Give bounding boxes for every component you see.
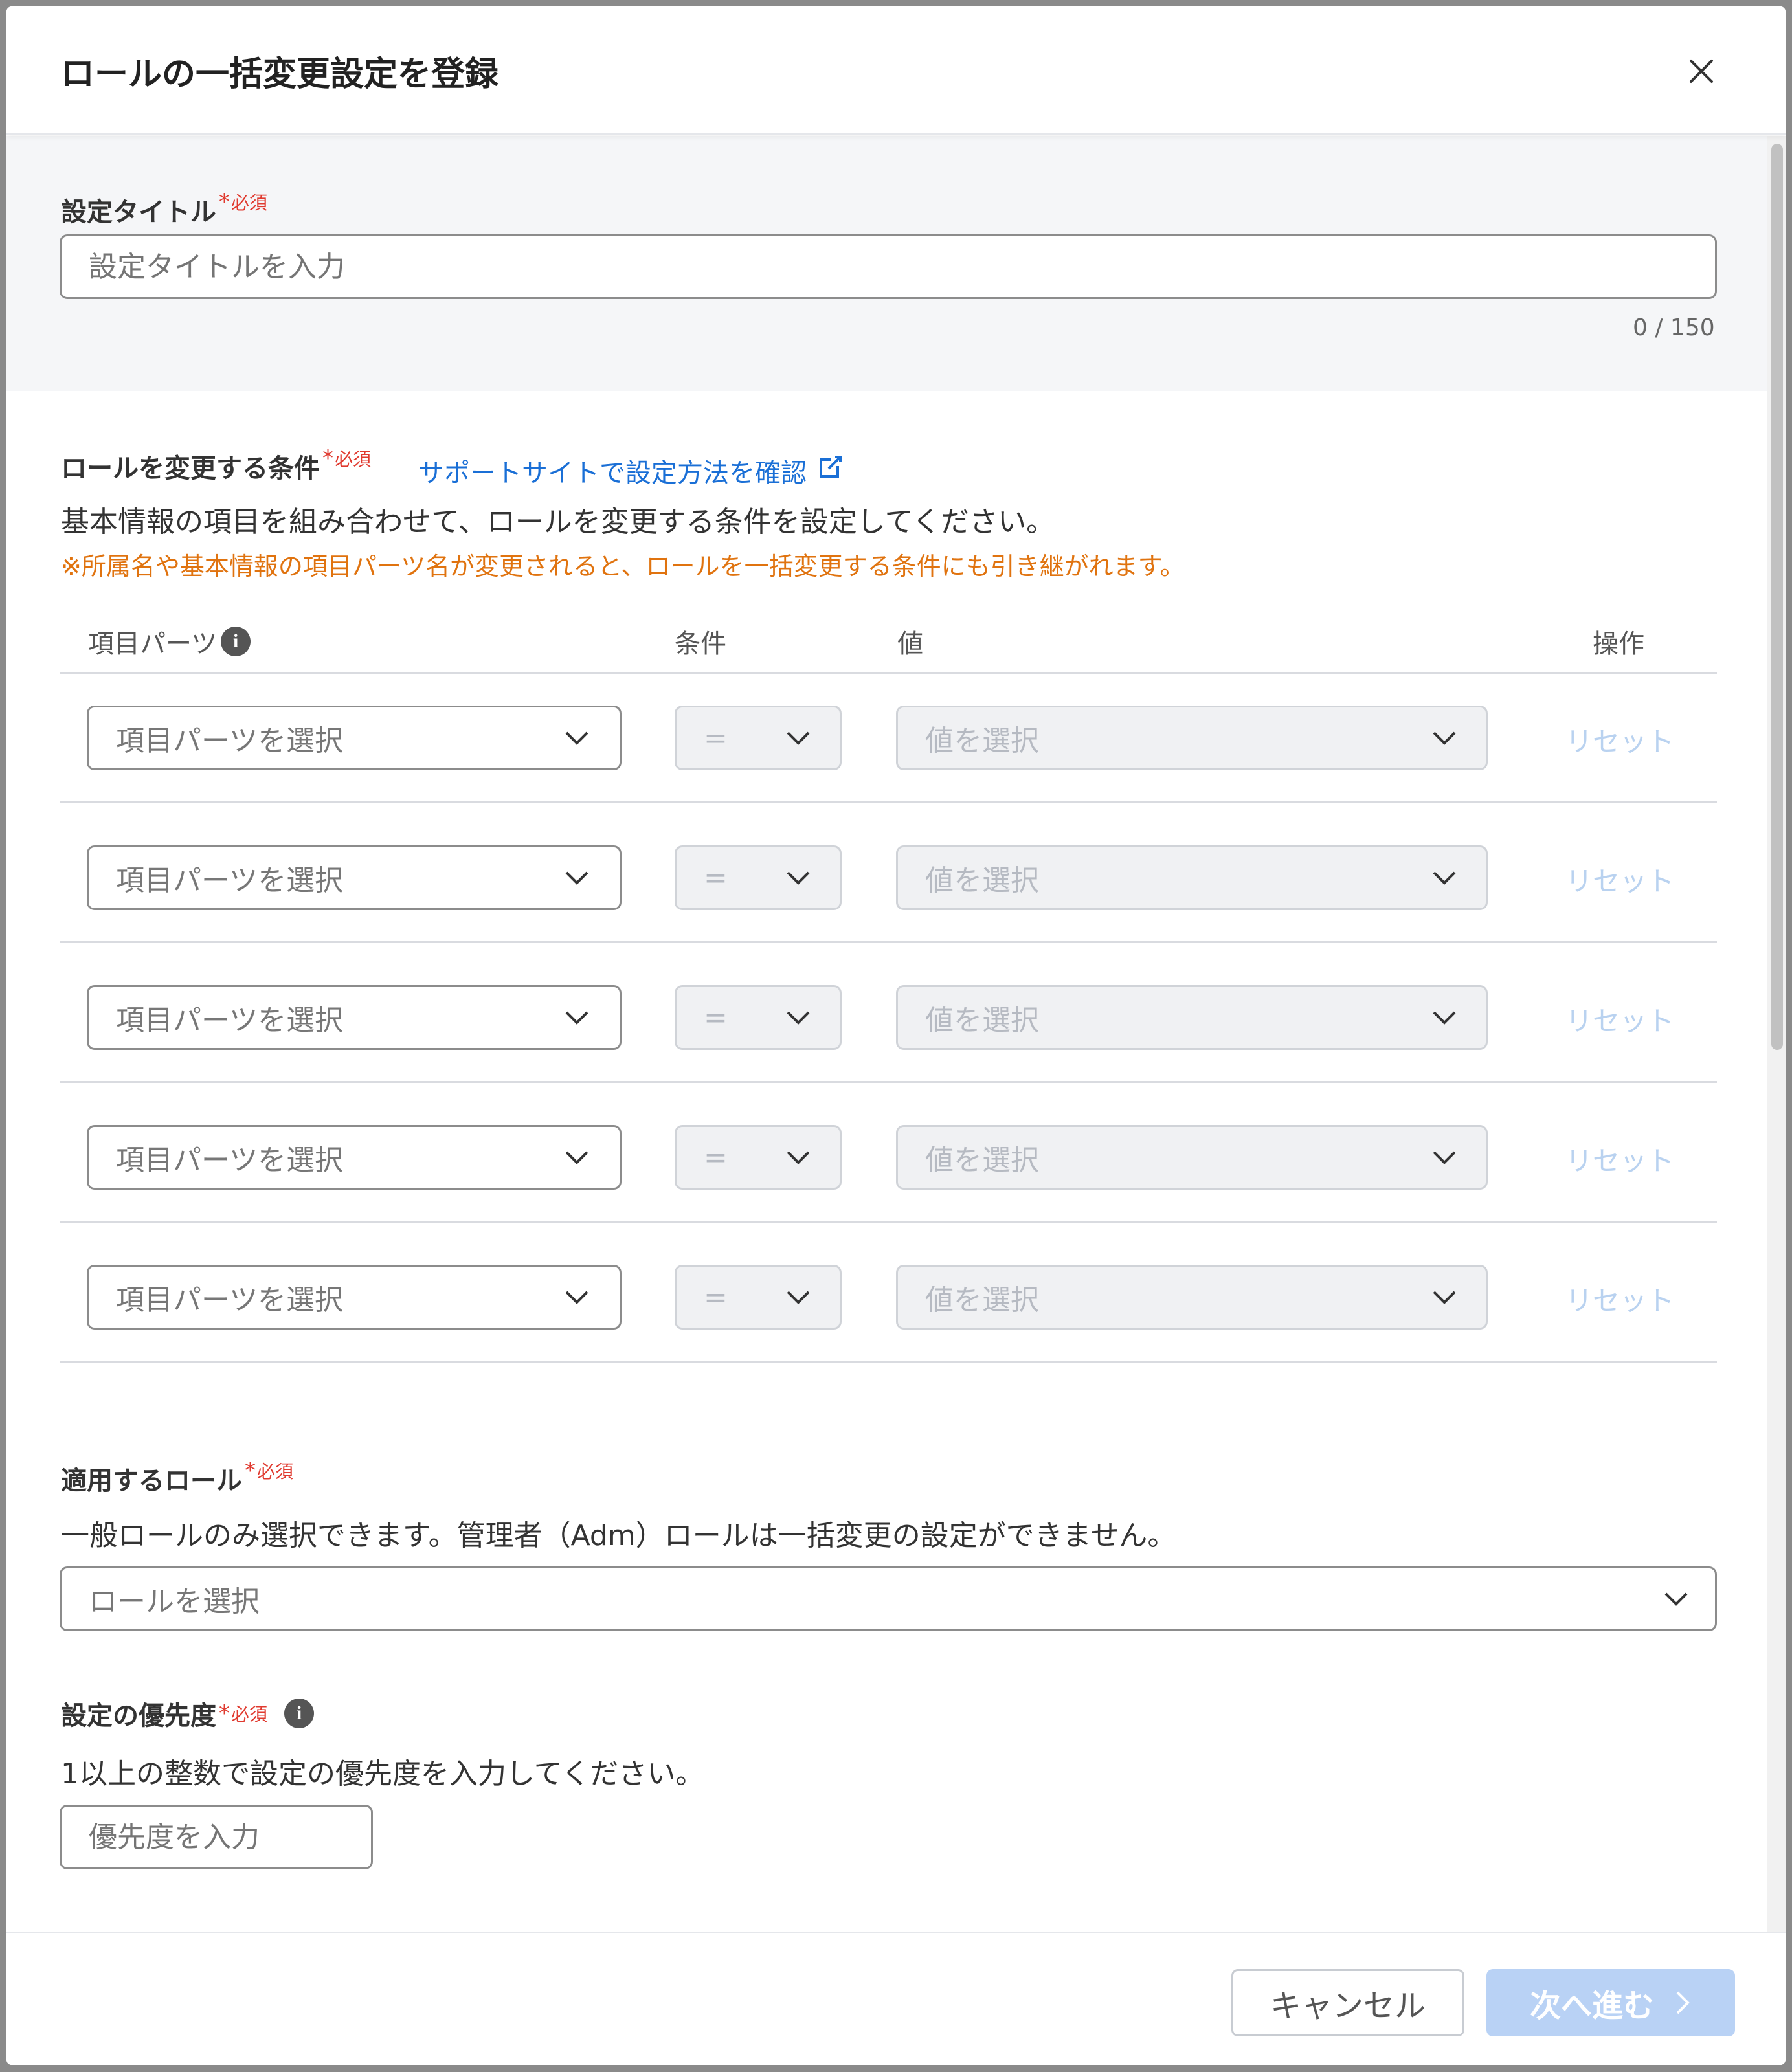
support-site-link[interactable]: サポートサイトで設定方法を確認 [418, 452, 844, 489]
chevron-down-icon [565, 731, 588, 745]
value-select[interactable]: 値を選択 [896, 1265, 1488, 1330]
title-char-counter: 0 / 150 [1633, 315, 1715, 341]
required-text: 必須 [257, 1461, 294, 1482]
value-select[interactable]: 値を選択 [896, 985, 1488, 1050]
chevron-down-icon [787, 1151, 810, 1164]
priority-label: 設定の優先度 * 必須 i [61, 1695, 315, 1732]
info-icon[interactable]: i [284, 1699, 315, 1728]
table-row-divider [60, 1361, 1717, 1363]
role-select[interactable]: ロールを選択 [60, 1566, 1717, 1631]
chevron-right-icon [1676, 1991, 1690, 2014]
chevron-down-icon [1433, 1151, 1456, 1164]
value-select[interactable]: 値を選択 [896, 1125, 1488, 1190]
reset-button[interactable]: リセット [1565, 860, 1674, 899]
info-icon[interactable]: i [221, 627, 251, 656]
column-condition: 条件 [675, 629, 726, 659]
value-select-placeholder: 値を選択 [925, 1004, 1039, 1037]
chevron-down-icon [1664, 1592, 1688, 1606]
required-text: 必須 [231, 1704, 268, 1725]
scrollbar-thumb[interactable] [1771, 144, 1783, 1050]
next-button-label: 次へ進む [1529, 1988, 1654, 2024]
item-parts-select-placeholder: 項目パーツを選択 [116, 864, 344, 897]
table-row-divider [60, 1081, 1717, 1083]
operator-select-value: = [704, 1141, 728, 1174]
required-star: * [322, 445, 333, 471]
operator-select[interactable]: = [675, 985, 842, 1050]
item-parts-select[interactable]: 項目パーツを選択 [87, 1125, 622, 1190]
reset-button[interactable]: リセット [1565, 1139, 1674, 1179]
operator-select-value: = [704, 1001, 728, 1034]
reset-button[interactable]: リセット [1565, 720, 1674, 759]
operator-select-value: = [704, 721, 728, 755]
reset-button[interactable]: リセット [1565, 1279, 1674, 1319]
priority-input[interactable] [60, 1805, 373, 1869]
value-select-placeholder: 値を選択 [925, 724, 1039, 757]
item-parts-select[interactable]: 項目パーツを選択 [87, 706, 622, 770]
column-item-parts-label: 項目パーツ [88, 629, 218, 659]
chevron-down-icon [787, 871, 810, 885]
support-site-link-text: サポートサイトで設定方法を確認 [418, 458, 807, 488]
table-row-divider [60, 941, 1717, 943]
chevron-down-icon [787, 1011, 810, 1025]
chevron-down-icon [565, 871, 588, 885]
operator-select[interactable]: = [675, 845, 842, 910]
operator-select-value: = [704, 861, 728, 895]
dialog-header: ロールの一括変更設定を登録 [6, 6, 1786, 135]
chevron-down-icon [1433, 731, 1456, 745]
item-parts-select-placeholder: 項目パーツを選択 [116, 1004, 344, 1037]
chevron-down-icon [1433, 871, 1456, 885]
operator-select-value: = [704, 1280, 728, 1314]
next-button[interactable]: 次へ進む [1486, 1969, 1735, 2036]
required-star: * [245, 1458, 256, 1484]
role-description: 一般ロールのみ選択できます。管理者（Adm）ロールは一括変更の設定ができません。 [61, 1519, 1176, 1552]
table-row-divider [60, 801, 1717, 803]
chevron-down-icon [1433, 1011, 1456, 1025]
required-text: 必須 [335, 449, 372, 470]
required-star: * [219, 1700, 230, 1726]
column-item-parts: 項目パーツ i [88, 623, 251, 660]
role-bulk-change-dialog: ロールの一括変更設定を登録 設定タイトル*必須 0 / 150 ロールを変更する… [6, 6, 1786, 2065]
item-parts-select[interactable]: 項目パーツを選択 [87, 1265, 622, 1330]
conditions-description: 基本情報の項目を組み合わせて、ロールを変更する条件を設定してください。 [61, 506, 1055, 539]
reset-button[interactable]: リセット [1565, 999, 1674, 1039]
chevron-down-icon [565, 1011, 588, 1025]
operator-select[interactable]: = [675, 1265, 842, 1330]
dialog-footer: キャンセル 次へ進む [6, 1932, 1786, 2065]
value-select[interactable]: 値を選択 [896, 706, 1488, 770]
role-select-placeholder: ロールを選択 [89, 1585, 260, 1618]
value-select-placeholder: 値を選択 [925, 864, 1039, 897]
column-action: 操作 [1593, 629, 1644, 659]
title-field-label: 設定タイトル *必須 [61, 189, 268, 227]
item-parts-select[interactable]: 項目パーツを選択 [87, 845, 622, 910]
value-select-placeholder: 値を選択 [925, 1284, 1039, 1317]
chevron-down-icon [565, 1291, 588, 1304]
table-row-divider [60, 1221, 1717, 1223]
value-select[interactable]: 値を選択 [896, 845, 1488, 910]
close-icon[interactable] [1682, 52, 1721, 91]
chevron-down-icon [565, 1151, 588, 1164]
item-parts-select-placeholder: 項目パーツを選択 [116, 1144, 344, 1177]
chevron-down-icon [1433, 1291, 1456, 1304]
chevron-down-icon [787, 1291, 810, 1304]
cancel-button[interactable]: キャンセル [1231, 1969, 1464, 2036]
dialog-title: ロールの一括変更設定を登録 [61, 55, 499, 94]
priority-description: 1以上の整数で設定の優先度を入力してください。 [61, 1757, 704, 1790]
table-header-divider [60, 672, 1717, 674]
chevron-down-icon [787, 731, 810, 745]
role-label: 適用するロール *必須 [61, 1458, 294, 1496]
item-parts-select-placeholder: 項目パーツを選択 [116, 1284, 344, 1317]
external-link-icon [816, 453, 844, 488]
operator-select[interactable]: = [675, 706, 842, 770]
title-input[interactable] [60, 234, 1717, 299]
item-parts-select-placeholder: 項目パーツを選択 [116, 724, 344, 757]
value-select-placeholder: 値を選択 [925, 1144, 1039, 1177]
column-value: 値 [897, 629, 923, 659]
item-parts-select[interactable]: 項目パーツを選択 [87, 985, 622, 1050]
operator-select[interactable]: = [675, 1125, 842, 1190]
required-text: 必須 [231, 192, 268, 214]
conditions-note: ※所属名や基本情報の項目パーツ名が変更されると、ロールを一括変更する条件にも引き… [61, 552, 1185, 581]
conditions-label: ロールを変更する条件 *必須 [61, 445, 372, 484]
required-star: * [219, 189, 230, 215]
